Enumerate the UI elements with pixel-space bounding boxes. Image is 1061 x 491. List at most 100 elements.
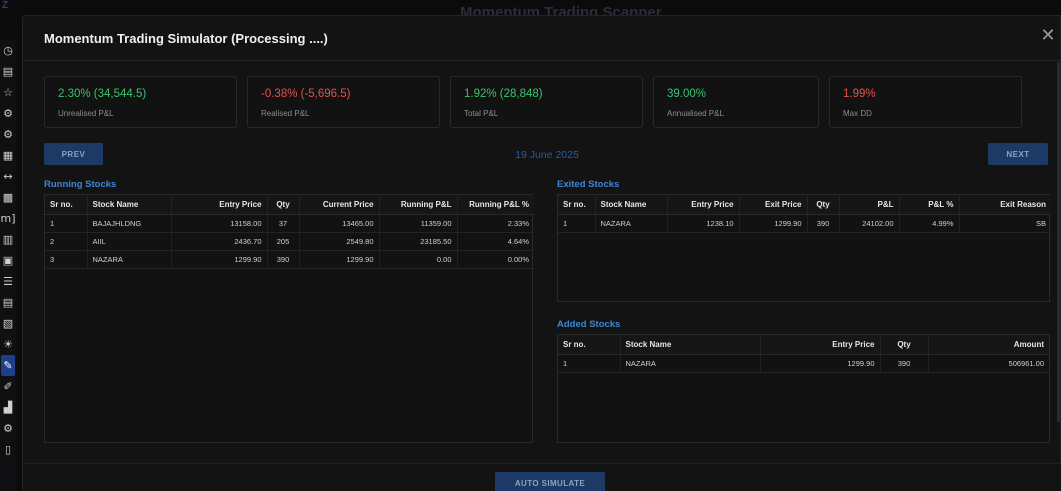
table-cell: 506961.00 [928, 354, 1049, 373]
column-header[interactable]: Sr no. [45, 195, 88, 215]
added-stocks-panel: Sr no. Stock Name Entry Price Qty Amount 1 NA… [557, 334, 1050, 443]
modal-scrollbar[interactable] [1057, 62, 1060, 422]
exited-stocks-table: Sr no. Stock Name Entry Price Exit Price Qty… [558, 195, 1051, 233]
table-row[interactable]: 2 AIIL 2436.70 205 2549.80 23185.50 4.64% [45, 232, 534, 251]
stat-label: Unrealised P&L [58, 109, 114, 118]
table-cell: 4.64% [457, 232, 534, 251]
column-header[interactable]: Stock Name [595, 195, 668, 215]
sidebar: ◷ ▤ ☆ ⚙ ⚙ ▦ ↔ ▩ m] ▥ ▣ ☰ ▤ ▧ ☀ ✎ ✐ ▟ ⚙ ▯ [0, 40, 16, 491]
table-cell: BAJAJHLDNG [87, 214, 172, 233]
table-cell: 1 [558, 354, 621, 373]
column-header[interactable]: Stock Name [87, 195, 172, 215]
table-cell: 2 [45, 232, 88, 251]
column-header[interactable]: Entry Price [760, 335, 881, 355]
column-header[interactable]: Current Price [299, 195, 380, 215]
next-button[interactable]: NEXT [988, 143, 1048, 165]
column-header[interactable]: Sr no. [558, 335, 621, 355]
table-cell: 4.99% [899, 214, 960, 233]
column-header[interactable]: Running P&L [379, 195, 458, 215]
speedometer-icon[interactable]: ◷ [1, 40, 15, 61]
table-cell: 11359.00 [379, 214, 458, 233]
table-cell: 1299.90 [299, 250, 380, 269]
column-header[interactable]: Running P&L % [457, 195, 534, 215]
column-header[interactable]: Exit Price [739, 195, 808, 215]
settings-icon[interactable]: ⚙ [1, 124, 15, 145]
column-header[interactable]: Amount [928, 335, 1049, 355]
table-cell: 2.33% [457, 214, 534, 233]
stat-card-unrealised: 2.30% (34,544.5) Unrealised P&L [44, 76, 237, 128]
table-cell: 390 [807, 214, 840, 233]
table-header-row: Sr no. Stock Name Entry Price Qty Amount [558, 335, 1049, 355]
star-icon[interactable]: ☆ [1, 82, 15, 103]
column-header[interactable]: Qty [880, 335, 929, 355]
stat-value: 39.00% [667, 88, 707, 100]
stat-value: 1.92% (28,848) [464, 88, 543, 100]
layers-icon[interactable]: ▧ [1, 313, 15, 334]
table-header-row: Sr no. Stock Name Entry Price Qty Current Pr… [45, 195, 534, 215]
table-cell: SB [959, 214, 1051, 233]
gear-outline-icon[interactable]: ⚙ [1, 103, 15, 124]
table-cell: 13465.00 [299, 214, 380, 233]
grid-window-icon[interactable]: ▥ [1, 229, 15, 250]
column-header[interactable]: Entry Price [667, 195, 740, 215]
close-icon[interactable]: ✕ [1040, 27, 1056, 45]
stat-label: Realised P&L [261, 109, 310, 118]
column-header[interactable]: Sr no. [558, 195, 596, 215]
table-cell: NAZARA [87, 250, 172, 269]
pen-icon[interactable]: ✐ [1, 376, 15, 397]
column-header[interactable]: Qty [267, 195, 300, 215]
column-header[interactable]: P&L % [899, 195, 960, 215]
stat-card-annualised: 39.00% Annualised P&L [653, 76, 819, 128]
column-header[interactable]: P&L [839, 195, 900, 215]
modal-header: Momentum Trading Simulator (Processing .… [23, 16, 1061, 61]
bracket-m-icon[interactable]: m] [1, 208, 16, 229]
list-icon[interactable]: ☰ [1, 271, 15, 292]
bar-chart-icon[interactable]: ▟ [1, 397, 15, 418]
running-stocks-panel: Sr no. Stock Name Entry Price Qty Current Pr… [44, 194, 534, 443]
gear-alt-icon[interactable]: ⚙ [1, 418, 15, 439]
prev-button[interactable]: PREV [44, 143, 103, 165]
table-cell: 0.00 [379, 250, 458, 269]
table-cell: 3 [45, 250, 88, 269]
table-search-icon[interactable]: ▤ [1, 292, 15, 313]
table-cell: 24102.00 [839, 214, 900, 233]
table-cell: 23185.50 [379, 232, 458, 251]
table-row[interactable]: 3 NAZARA 1299.90 390 1299.90 0.00 0.00% [45, 250, 534, 269]
document-icon[interactable]: ▯ [1, 439, 15, 460]
column-header[interactable]: Stock Name [620, 335, 761, 355]
table-cell: 1 [45, 214, 88, 233]
calculator-icon[interactable]: ▦ [1, 145, 15, 166]
stat-label: Annualised P&L [667, 109, 724, 118]
auto-simulate-button[interactable]: AUTO SIMULATE [495, 472, 605, 491]
column-header[interactable]: Qty [807, 195, 840, 215]
added-stocks-table: Sr no. Stock Name Entry Price Qty Amount 1 NA… [558, 335, 1049, 373]
stat-card-realised: -0.38% (-5,696.5) Realised P&L [247, 76, 440, 128]
bulb-icon[interactable]: ☀ [1, 334, 15, 355]
table-cell: 390 [880, 354, 929, 373]
stat-value: -0.38% (-5,696.5) [261, 88, 351, 100]
current-date: 19 June 2025 [515, 149, 579, 161]
scanner-icon[interactable]: ▣ [1, 250, 15, 271]
running-stocks-title: Running Stocks [44, 179, 117, 190]
column-header[interactable]: Entry Price [171, 195, 268, 215]
chart-board-icon[interactable]: ▤ [1, 61, 15, 82]
stat-card-total: 1.92% (28,848) Total P&L [450, 76, 643, 128]
stat-value: 1.99% [843, 88, 876, 100]
table-row[interactable]: 1 NAZARA 1238.10 1299.90 390 24102.00 4.99% SB [558, 214, 1051, 233]
table-row[interactable]: 1 NAZARA 1299.90 390 506961.00 [558, 354, 1049, 373]
table-cell: 390 [267, 250, 300, 269]
keyboard-icon[interactable]: ▩ [1, 187, 15, 208]
simulator-icon[interactable]: ✎ [1, 355, 15, 376]
table-cell: AIIL [87, 232, 172, 251]
table-cell: 1 [558, 214, 596, 233]
arrows-horizontal-icon[interactable]: ↔ [1, 166, 15, 187]
app-root: Z Momentum Trading Scanner ◷ ▤ ☆ ⚙ ⚙ ▦ ↔ ▩ m] ▥ ▣ ☰… [0, 0, 1061, 491]
simulator-modal: Momentum Trading Simulator (Processing .… [22, 15, 1061, 491]
table-row[interactable]: 1 BAJAJHLDNG 13158.00 37 13465.00 11359.00 2.3… [45, 214, 534, 233]
table-cell: 1238.10 [667, 214, 740, 233]
column-header[interactable]: Exit Reason [959, 195, 1051, 215]
table-cell: 13158.00 [171, 214, 268, 233]
table-cell: 1299.90 [760, 354, 881, 373]
table-cell: 2436.70 [171, 232, 268, 251]
table-cell: 37 [267, 214, 300, 233]
